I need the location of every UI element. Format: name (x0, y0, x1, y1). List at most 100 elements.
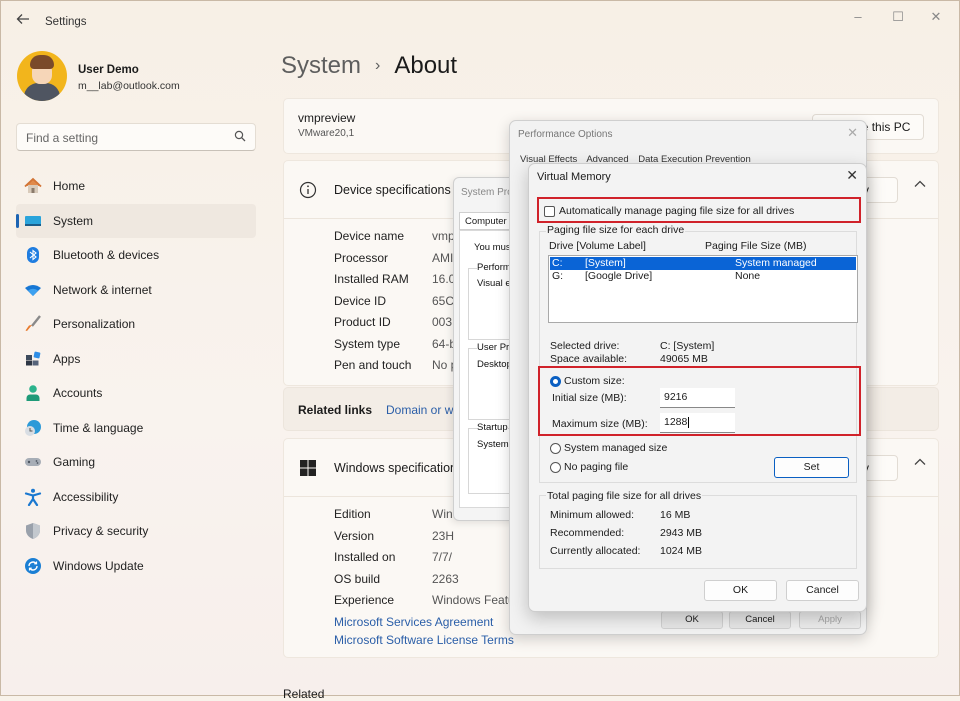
sidebar-item-accounts[interactable]: Accounts (16, 376, 256, 411)
column-drive: Drive [Volume Label] (549, 240, 646, 252)
search-input[interactable]: Find a setting (16, 123, 256, 151)
search-icon (234, 130, 246, 142)
no-paging-file-radio[interactable] (550, 462, 561, 473)
performance-apply-button[interactable]: Apply (799, 611, 861, 629)
initial-size-input[interactable]: 9216 (660, 388, 735, 408)
license-terms-link[interactable]: Microsoft Software License Terms (334, 633, 514, 647)
back-button[interactable] (13, 12, 33, 32)
auto-manage-label: Automatically manage paging file size fo… (559, 205, 795, 217)
title-bar: Settings – ☐ ✕ (1, 1, 959, 41)
minimize-button[interactable]: – (843, 7, 873, 27)
virtual-memory-ok-button[interactable]: OK (704, 580, 777, 601)
page-title: About (394, 52, 458, 79)
column-paging-size: Paging File Size (MB) (705, 240, 807, 252)
sidebar-item-label: System (53, 213, 94, 228)
system-properties-title: System Pro (461, 187, 513, 198)
breadcrumb: System › About (281, 52, 457, 80)
system-icon (25, 215, 41, 226)
maximum-size-input[interactable]: 1288 (660, 413, 735, 433)
space-available-value: 49065 MB (660, 353, 708, 365)
sidebar-item-label: Home (53, 179, 86, 193)
sidebar-item-apps[interactable]: Apps (16, 342, 256, 377)
time-language-icon (25, 419, 41, 436)
recommended-label: Recommended: (550, 527, 625, 539)
space-available-label: Space available: (550, 353, 628, 365)
close-icon: ✕ (847, 125, 858, 140)
update-icon (25, 557, 41, 574)
virtual-memory-cancel-button[interactable]: Cancel (786, 580, 859, 601)
drive-row[interactable]: G: [Google Drive] None (550, 270, 856, 283)
sidebar-item-label: Accessibility (53, 489, 119, 504)
sidebar-item-network[interactable]: Network & internet (16, 273, 256, 308)
sidebar-item-privacy-security[interactable]: Privacy & security (16, 514, 256, 549)
user-email: m__lab@outlook.com (78, 80, 180, 92)
services-agreement-link[interactable]: Microsoft Services Agreement (334, 615, 493, 629)
related-section-heading: Related (283, 687, 325, 701)
sidebar-item-personalization[interactable]: Personalization (16, 307, 256, 342)
maximize-icon: ☐ (892, 9, 904, 24)
wifi-icon (25, 284, 41, 296)
auto-manage-checkbox[interactable] (544, 206, 555, 217)
sidebar-item-label: Privacy & security (53, 524, 149, 538)
device-specs-title: Device specifications (334, 183, 451, 197)
sidebar-item-home[interactable]: Home (16, 169, 256, 204)
close-icon: ✕ (930, 9, 942, 24)
performance-options-close-button[interactable]: ✕ (847, 125, 858, 141)
accounts-icon (26, 385, 40, 401)
paging-file-group-label: Paging file size for each drive (546, 224, 686, 236)
set-button[interactable]: Set (774, 457, 849, 478)
avatar[interactable] (17, 51, 67, 101)
sidebar-item-label: Time & language (53, 420, 144, 435)
sidebar-item-label: Apps (53, 351, 81, 366)
selected-drive-label: Selected drive: (550, 340, 620, 352)
minimize-icon: – (854, 9, 862, 24)
breadcrumb-separator-icon: › (375, 57, 381, 74)
no-paging-file-label: No paging file (564, 461, 629, 473)
close-window-button[interactable]: ✕ (921, 7, 951, 27)
total-paging-group-label: Total paging file size for all drives (546, 490, 703, 502)
initial-size-label: Initial size (MB): (552, 392, 627, 404)
pc-model: VMware20,1 (298, 128, 355, 139)
bluetooth-icon (27, 247, 39, 263)
apps-icon (26, 351, 41, 365)
breadcrumb-parent[interactable]: System (281, 52, 361, 79)
sidebar-item-time-language[interactable]: Time & language (16, 411, 256, 446)
shield-icon (26, 523, 40, 539)
chevron-up-icon[interactable] (914, 458, 926, 466)
chevron-up-icon[interactable] (914, 180, 926, 188)
sidebar-item-accessibility[interactable]: Accessibility (16, 480, 256, 515)
selected-drive-value: C: [System] (660, 340, 715, 352)
pc-name: vmpreview (298, 111, 356, 125)
brush-icon (25, 315, 41, 331)
sidebar-item-system[interactable]: System (16, 203, 256, 238)
system-managed-radio[interactable] (550, 443, 561, 454)
maximize-button[interactable]: ☐ (883, 7, 913, 27)
performance-options-title: Performance Options (518, 129, 613, 140)
close-icon: ✕ (846, 167, 858, 183)
windows-logo-icon (300, 460, 316, 476)
user-name: User Demo (78, 64, 139, 76)
minimum-allowed-label: Minimum allowed: (550, 509, 635, 521)
sidebar-item-gaming[interactable]: Gaming (16, 445, 256, 480)
maximum-size-label: Maximum size (MB): (552, 418, 648, 430)
performance-cancel-button[interactable]: Cancel (729, 611, 791, 629)
currently-allocated-label: Currently allocated: (550, 545, 641, 557)
sidebar-item-label: Gaming (53, 455, 96, 469)
custom-size-radio[interactable] (550, 376, 561, 387)
drive-row[interactable]: C: [System] System managed (550, 257, 856, 270)
currently-allocated-value: 1024 MB (660, 545, 703, 557)
sidebar-item-windows-update[interactable]: Windows Update (16, 549, 256, 584)
sidebar-item-bluetooth[interactable]: Bluetooth & devices (16, 238, 256, 273)
settings-window: Settings – ☐ ✕ User Demo m__lab@outlook.… (0, 0, 960, 701)
domain-workgroup-link[interactable]: Domain or w (386, 403, 453, 417)
recommended-value: 2943 MB (660, 527, 703, 539)
drive-list[interactable]: C: [System] System managed G: [Google Dr… (548, 255, 858, 323)
virtual-memory-title: Virtual Memory (537, 171, 611, 183)
custom-size-label: Custom size: (564, 375, 625, 387)
sidebar-item-label: Bluetooth & devices (53, 248, 160, 262)
performance-ok-button[interactable]: OK (661, 611, 723, 629)
info-icon (299, 181, 317, 199)
virtual-memory-close-button[interactable]: ✕ (846, 167, 858, 184)
virtual-memory-dialog: Virtual Memory ✕ Automatically manage pa… (528, 163, 867, 612)
sidebar-item-label: Personalization (53, 317, 136, 331)
